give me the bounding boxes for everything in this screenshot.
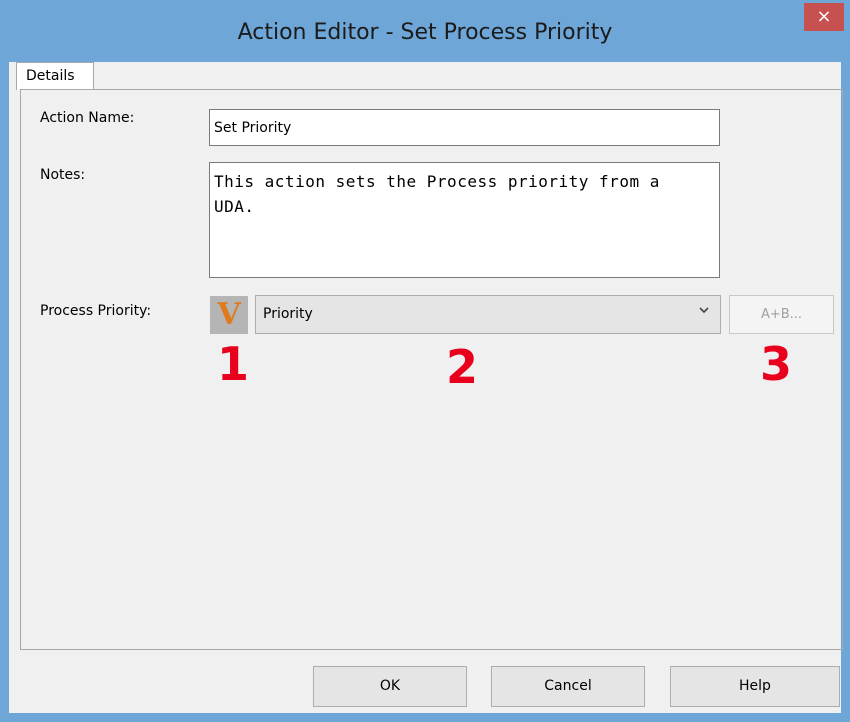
callout-2: 2 (446, 340, 479, 394)
cancel-button[interactable]: Cancel (491, 666, 645, 707)
priority-selected-value: Priority (263, 306, 313, 322)
ok-button[interactable]: OK (313, 666, 467, 707)
callout-3: 3 (760, 337, 793, 391)
variable-icon: V (217, 297, 241, 332)
chevron-down-icon (698, 304, 710, 320)
tab-details[interactable]: Details (16, 62, 94, 90)
callout-1: 1 (217, 337, 250, 391)
title-bar[interactable]: Action Editor - Set Process Priority × (0, 0, 850, 63)
variable-button[interactable]: V (210, 296, 248, 334)
window-title: Action Editor - Set Process Priority (237, 20, 613, 45)
close-icon: × (816, 6, 832, 27)
action-name-input[interactable]: Set Priority (209, 109, 720, 146)
expression-button[interactable]: A+B... (729, 295, 834, 334)
notes-label: Notes: (40, 167, 86, 183)
close-button[interactable]: × (804, 3, 844, 31)
process-priority-label: Process Priority: (40, 303, 152, 319)
priority-dropdown[interactable]: Priority (255, 295, 721, 334)
action-name-label: Action Name: (40, 110, 135, 126)
action-editor-window: Action Editor - Set Process Priority × D… (0, 0, 850, 722)
notes-textarea[interactable]: This action sets the Process priority fr… (209, 162, 720, 278)
help-button[interactable]: Help (670, 666, 840, 707)
